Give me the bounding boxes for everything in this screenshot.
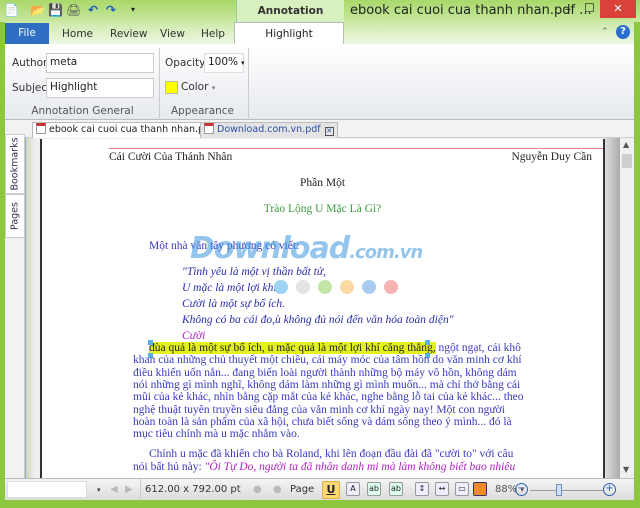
doc-tab-label: ebook cai cuoi cua thanh nhan.pdf <box>49 124 214 135</box>
color-swatch[interactable] <box>165 81 178 94</box>
watermark-dot <box>384 280 398 294</box>
maximize-button[interactable]: ☐ <box>584 1 595 15</box>
page-label: Page <box>290 484 315 495</box>
watermark-dot <box>362 280 376 294</box>
minimize-button[interactable]: – <box>565 2 571 16</box>
selection-handle[interactable] <box>425 340 430 345</box>
quote-line: Cười là một sự bổ ích. <box>182 298 286 310</box>
side-tab-label: Pages <box>9 202 21 230</box>
redo-icon[interactable]: ↷ <box>104 3 118 17</box>
previous-page-icon[interactable]: ◀ <box>110 482 118 498</box>
color-dropdown[interactable]: Color ▾ <box>181 81 215 93</box>
scroll-thumb[interactable] <box>622 154 632 168</box>
body-text: ngột ngạt, cái khô <box>435 342 521 354</box>
divider <box>140 479 141 500</box>
subject-input[interactable]: Highlight <box>46 78 154 98</box>
body-text: nói bất hủ này: <box>133 461 205 473</box>
doc-tab-download[interactable]: Download.com.vn.pdf ✕ <box>200 122 338 138</box>
body-line: mục tiêu chính mà u mặc nhắm vào. <box>133 428 300 440</box>
text-select-icon[interactable]: A <box>346 482 360 496</box>
close-tab-icon[interactable]: ✕ <box>324 127 334 136</box>
watermark-dot <box>340 280 354 294</box>
page-shadow <box>605 138 620 478</box>
doc-tab-label: Download.com.vn.pdf <box>217 124 321 135</box>
opacity-label: Opacity <box>165 57 206 69</box>
tab-file[interactable]: File <box>5 23 49 44</box>
collapse-ribbon-icon[interactable]: ⌃ <box>601 27 609 37</box>
pdf-file-icon <box>36 123 46 134</box>
zoom-in-button[interactable]: + <box>603 483 616 496</box>
fit-width-icon[interactable]: ↔ <box>435 482 449 496</box>
opacity-select[interactable]: 100% ▾ <box>204 53 245 73</box>
side-tab-pages[interactable]: Pages <box>5 194 25 238</box>
open-icon[interactable]: 📂 <box>30 3 45 17</box>
chevron-down-icon: ▾ <box>241 59 245 67</box>
page-number-input[interactable] <box>7 481 87 498</box>
app-icon: 📄 <box>4 3 19 17</box>
chapter-title: Trào Lộng U Mặc Là Gì? <box>263 203 382 215</box>
author-input[interactable]: meta <box>46 53 154 73</box>
author-label: Author <box>12 57 48 69</box>
header-right: Nguyễn Duy Cần <box>511 151 593 163</box>
body-line: Chính u mặc đã khiến cho bà Roland, khi … <box>149 448 514 460</box>
zoom-out-button[interactable]: − <box>515 483 528 496</box>
context-tab-annotation-properties: Annotation Properties <box>236 0 344 39</box>
selection-handle[interactable] <box>148 340 153 345</box>
header-left: Cái Cười Của Thánh Nhân <box>109 151 233 163</box>
side-tab-bookmarks[interactable]: Bookmarks <box>5 134 25 194</box>
watermark-logo: Download.com.vn <box>190 231 423 266</box>
body-text-italic: "Ôi Tự Do, người ta đã nhân danh mi mà l… <box>204 461 516 473</box>
window-title: ebook cai cuoi cua thanh nhan.pdf ... <box>350 3 592 18</box>
save-icon[interactable]: 💾 <box>48 3 63 17</box>
watermark-dot <box>296 280 310 294</box>
pdf-page: Cái Cười Của Thánh Nhân Nguyễn Duy Cần P… <box>40 139 605 478</box>
help-icon[interactable]: ? <box>616 25 630 39</box>
watermark-dot <box>318 280 332 294</box>
tab-highlight-annotation[interactable]: Highlight Annotation <box>234 22 344 62</box>
vertical-scrollbar[interactable]: ▲ ▼ <box>620 138 634 478</box>
scroll-up-icon[interactable]: ▲ <box>623 140 629 149</box>
tab-review[interactable]: Review <box>110 24 147 44</box>
pdf-file-icon <box>204 123 214 134</box>
chevron-down-icon: ▾ <box>211 84 216 92</box>
group-label-appearance: Appearance <box>170 105 235 117</box>
fit-height-icon[interactable]: ↕ <box>415 482 429 496</box>
group-divider <box>248 48 249 118</box>
page-size: 612.00 x 792.00 pt <box>145 484 241 495</box>
highlight-annotation[interactable]: đùa quả là một sự bổ ích, u mặc quả là m… <box>149 342 436 354</box>
actual-size-icon[interactable]: ▭ <box>455 482 469 496</box>
quote-line: Không có ba cái đo,ù không đủ nói đến vă… <box>182 314 454 326</box>
watermark-dot <box>274 280 288 294</box>
chevron-down-icon[interactable]: ▾ <box>97 482 101 498</box>
zoom-value: 88% <box>495 484 518 495</box>
quote-line: "Tình yêu là một vị thần bất tử, <box>182 266 326 278</box>
part-title: Phần Một <box>299 177 346 189</box>
quote-line: U mặc là một lợi khí, <box>182 282 280 294</box>
zoom-slider-thumb[interactable] <box>556 484 563 496</box>
zoom-slider[interactable] <box>530 490 603 491</box>
tab-home[interactable]: Home <box>62 24 93 44</box>
group-label-annotation-general: Annotation General <box>31 105 134 117</box>
fit-page-icon[interactable] <box>473 482 487 496</box>
side-tab-label: Bookmarks <box>9 137 21 191</box>
print-icon[interactable]: 🖨 <box>66 3 81 17</box>
opacity-value: 100% <box>208 56 239 68</box>
header-rule <box>109 148 603 149</box>
strikeout-text-icon[interactable]: ab <box>389 482 403 496</box>
last-page-icon[interactable]: ● <box>273 482 282 498</box>
next-page-icon[interactable]: ▶ <box>125 482 133 498</box>
undo-icon[interactable]: ↶ <box>86 3 100 17</box>
body-line: mũi của kẻ khác, nhìn bằng cặp mắt của k… <box>133 391 524 403</box>
customize-toolbar-icon[interactable]: ▾ <box>126 3 140 17</box>
close-button[interactable]: ✕ <box>600 0 636 18</box>
tab-help[interactable]: Help <box>201 24 225 44</box>
body-line: khan của những chủ thuyết một chiều, cái… <box>133 354 522 366</box>
underline-tool-icon[interactable]: U <box>322 481 340 499</box>
scroll-down-icon[interactable]: ▼ <box>623 465 629 474</box>
status-bar: ▾ ◀ ▶ 612.00 x 792.00 pt ● ● Page U A ab… <box>5 478 634 500</box>
tab-view[interactable]: View <box>160 24 185 44</box>
highlight-text-icon[interactable]: ab <box>367 482 381 496</box>
color-label: Color <box>181 81 209 93</box>
first-page-icon[interactable]: ● <box>253 482 262 498</box>
